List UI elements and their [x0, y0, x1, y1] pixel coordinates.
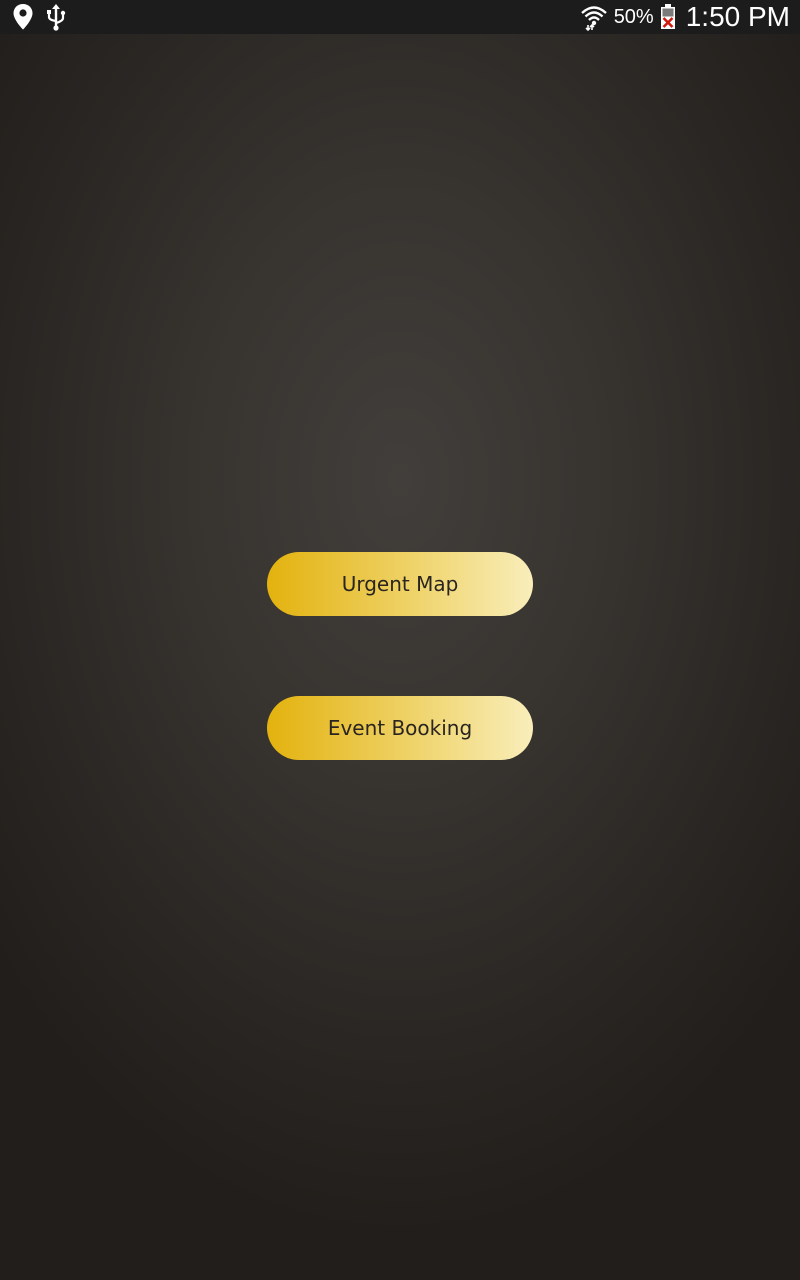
event-booking-button[interactable]: Event Booking — [267, 696, 533, 760]
battery-percent: 50% — [613, 5, 654, 28]
usb-icon — [46, 3, 66, 31]
status-clock: 1:50 PM — [685, 1, 790, 32]
location-pin-icon — [12, 3, 34, 31]
status-bar: 50% 1:50 PM — [0, 0, 800, 34]
status-left-icons — [12, 3, 66, 31]
status-right-icons: 50% 1:50 PM — [580, 0, 790, 34]
app-screen: 50% 1:50 PM Urgent Map Event Booking — [0, 0, 800, 1280]
battery-icon — [660, 4, 676, 30]
wifi-icon — [580, 3, 608, 31]
urgent-map-button[interactable]: Urgent Map — [267, 552, 533, 616]
